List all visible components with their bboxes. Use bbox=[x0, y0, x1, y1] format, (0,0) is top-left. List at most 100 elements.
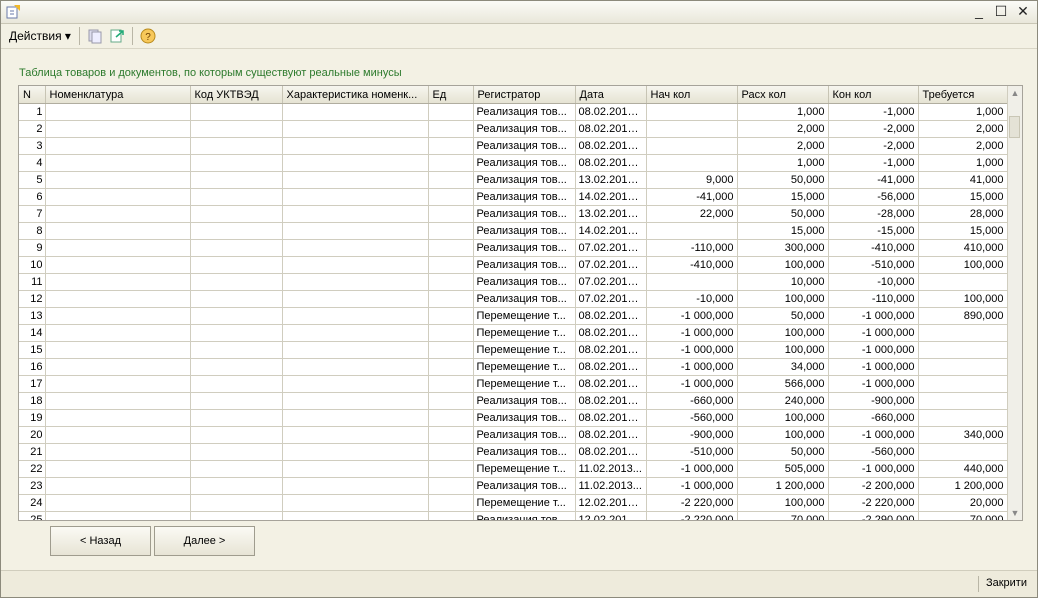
export-icon[interactable] bbox=[107, 26, 127, 46]
table-row[interactable]: 19 Реализация тов... 08.02.2013... -560,000… bbox=[19, 409, 1008, 427]
close-icon[interactable]: ✕ bbox=[1015, 3, 1031, 19]
cell-redacted bbox=[45, 477, 191, 495]
scroll-thumb[interactable] bbox=[1009, 116, 1020, 138]
help-icon[interactable]: ? bbox=[138, 26, 158, 46]
vertical-scrollbar[interactable]: ▲ ▼ bbox=[1007, 86, 1022, 520]
table-row[interactable]: 6 Реализация тов... 14.02.2013... -41,000 15… bbox=[19, 188, 1008, 206]
cell-end: -1 000,000 bbox=[828, 460, 919, 478]
column-header[interactable]: Требуется bbox=[918, 86, 1008, 104]
table-row[interactable]: 13 Перемещение т... 08.02.2013... -1 000,00… bbox=[19, 307, 1008, 325]
column-header[interactable]: Дата bbox=[575, 86, 647, 104]
column-header[interactable]: Кон кол bbox=[828, 86, 919, 104]
table-row[interactable]: 12 Реализация тов... 07.02.2013... -10,000 1… bbox=[19, 290, 1008, 308]
table-row[interactable]: 24 Перемещение т... 12.02.2013... -2 220,00… bbox=[19, 494, 1008, 512]
cell-end: -1 000,000 bbox=[828, 375, 919, 393]
cell-redacted bbox=[282, 375, 429, 393]
column-header[interactable]: Код УКТВЭД bbox=[190, 86, 283, 104]
cell-end: -2,000 bbox=[828, 120, 919, 138]
cell-n: 7 bbox=[19, 205, 46, 223]
table-row[interactable]: 15 Перемещение т... 08.02.2013... -1 000,00… bbox=[19, 341, 1008, 359]
cell-out: 2,000 bbox=[737, 137, 829, 155]
column-header[interactable]: N bbox=[19, 86, 46, 104]
cell-reg: Реализация тов... bbox=[473, 188, 576, 206]
cell-redacted bbox=[428, 222, 474, 240]
table-row[interactable]: 11 Реализация тов... 07.02.2013... 10,000 -1… bbox=[19, 273, 1008, 291]
cell-redacted bbox=[428, 137, 474, 155]
cell-date: 14.02.2013... bbox=[575, 222, 647, 240]
cell-end: -1,000 bbox=[828, 103, 919, 121]
cell-reg: Перемещение т... bbox=[473, 307, 576, 325]
cell-reg: Реализация тов... bbox=[473, 120, 576, 138]
cell-start: -2 220,000 bbox=[646, 511, 738, 520]
minimize-icon[interactable]: _ bbox=[971, 3, 987, 19]
table-row[interactable]: 8 Реализация тов... 14.02.2013... 15,000 -15… bbox=[19, 222, 1008, 240]
column-header[interactable]: Расх кол bbox=[737, 86, 829, 104]
scroll-up-icon[interactable]: ▲ bbox=[1008, 86, 1022, 100]
copy-icon[interactable] bbox=[85, 26, 105, 46]
table-row[interactable]: 14 Перемещение т... 08.02.2013... -1 000,00… bbox=[19, 324, 1008, 342]
cell-redacted bbox=[45, 511, 191, 520]
cell-out: 50,000 bbox=[737, 171, 829, 189]
cell-date: 14.02.2013... bbox=[575, 188, 647, 206]
cell-reg: Реализация тов... bbox=[473, 426, 576, 444]
cell-need: 2,000 bbox=[918, 137, 1008, 155]
table-row[interactable]: 3 Реализация тов... 08.02.2013... 2,000 -2,0… bbox=[19, 137, 1008, 155]
cell-redacted bbox=[45, 324, 191, 342]
table-row[interactable]: 1 Реализация тов... 08.02.2013... 1,000 -1,0… bbox=[19, 103, 1008, 121]
maximize-icon[interactable]: ☐ bbox=[993, 3, 1009, 19]
table-row[interactable]: 4 Реализация тов... 08.02.2013... 1,000 -1,0… bbox=[19, 154, 1008, 172]
actions-menu-button[interactable]: Действия ▾ bbox=[5, 26, 75, 46]
table-row[interactable]: 9 Реализация тов... 07.02.2013... -110,000 3… bbox=[19, 239, 1008, 257]
table-row[interactable]: 25 Реализация тов... 12.02.2013... -2 220,0… bbox=[19, 511, 1008, 520]
cell-redacted bbox=[190, 494, 283, 512]
cell-reg: Перемещение т... bbox=[473, 460, 576, 478]
negatives-table: N Номенклатура Код УКТВЭД Характеристика но… bbox=[19, 86, 1008, 520]
column-header[interactable]: Ед bbox=[428, 86, 474, 104]
next-button[interactable]: Далее > bbox=[154, 526, 255, 556]
column-header[interactable]: Регистратор bbox=[473, 86, 576, 104]
table-row[interactable]: 2 Реализация тов... 08.02.2013... 2,000 -2,0… bbox=[19, 120, 1008, 138]
cell-end: -56,000 bbox=[828, 188, 919, 206]
table-row[interactable]: 7 Реализация тов... 13.02.2013... 22,000 50,… bbox=[19, 205, 1008, 223]
cell-redacted bbox=[282, 222, 429, 240]
table-row[interactable]: 22 Перемещение т... 11.02.2013... -1 000,00… bbox=[19, 460, 1008, 478]
table-row[interactable]: 23 Реализация тов... 11.02.2013... -1 000,0… bbox=[19, 477, 1008, 495]
cell-need bbox=[918, 358, 1008, 376]
table-row[interactable]: 16 Перемещение т... 08.02.2013... -1 000,00… bbox=[19, 358, 1008, 376]
table-row[interactable]: 17 Перемещение т... 08.02.2013... -1 000,00… bbox=[19, 375, 1008, 393]
cell-reg: Перемещение т... bbox=[473, 358, 576, 376]
cell-need: 1,000 bbox=[918, 103, 1008, 121]
table-row[interactable]: 18 Реализация тов... 08.02.2013... -660,000… bbox=[19, 392, 1008, 410]
table-row[interactable]: 5 Реализация тов... 13.02.2013... 9,000 50,0… bbox=[19, 171, 1008, 189]
cell-out: 15,000 bbox=[737, 222, 829, 240]
cell-date: 12.02.2013... bbox=[575, 511, 647, 520]
cell-date: 12.02.2013... bbox=[575, 494, 647, 512]
column-header[interactable]: Нач кол bbox=[646, 86, 738, 104]
close-button[interactable]: Закрити bbox=[986, 577, 1027, 589]
cell-reg: Реализация тов... bbox=[473, 273, 576, 291]
column-header[interactable]: Номенклатура bbox=[45, 86, 191, 104]
cell-redacted bbox=[428, 409, 474, 427]
column-header[interactable]: Характеристика номенк... bbox=[282, 86, 429, 104]
cell-end: -1 000,000 bbox=[828, 341, 919, 359]
table-row[interactable]: 20 Реализация тов... 08.02.2013... -900,000… bbox=[19, 426, 1008, 444]
data-grid[interactable]: N Номенклатура Код УКТВЭД Характеристика но… bbox=[18, 85, 1023, 521]
cell-redacted bbox=[428, 460, 474, 478]
cell-need bbox=[918, 375, 1008, 393]
cell-n: 25 bbox=[19, 511, 46, 520]
cell-need: 20,000 bbox=[918, 494, 1008, 512]
back-button[interactable]: < Назад bbox=[50, 526, 151, 556]
cell-need: 890,000 bbox=[918, 307, 1008, 325]
table-row[interactable]: 21 Реализация тов... 08.02.2013... -510,000… bbox=[19, 443, 1008, 461]
cell-out: 50,000 bbox=[737, 307, 829, 325]
cell-date: 08.02.2013... bbox=[575, 375, 647, 393]
cell-redacted bbox=[190, 358, 283, 376]
cell-end: -2 290,000 bbox=[828, 511, 919, 520]
cell-redacted bbox=[428, 239, 474, 257]
cell-redacted bbox=[428, 358, 474, 376]
scroll-down-icon[interactable]: ▼ bbox=[1008, 506, 1022, 520]
table-row[interactable]: 10 Реализация тов... 07.02.2013... -410,000… bbox=[19, 256, 1008, 274]
cell-date: 13.02.2013... bbox=[575, 171, 647, 189]
cell-redacted bbox=[190, 171, 283, 189]
cell-n: 21 bbox=[19, 443, 46, 461]
